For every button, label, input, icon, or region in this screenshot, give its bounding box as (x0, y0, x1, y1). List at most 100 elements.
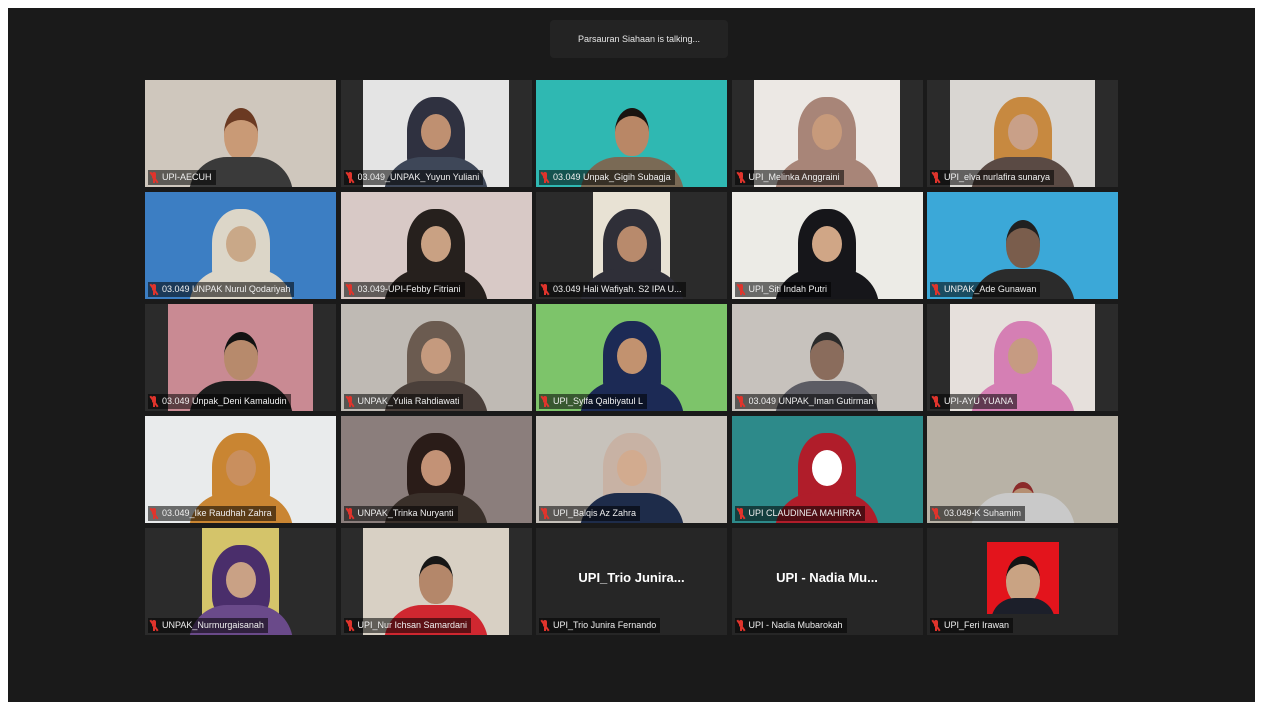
mic-slash (735, 283, 746, 296)
muted-mic-icon (149, 619, 159, 632)
participant-tile[interactable]: UPI_Balqis Az Zahra (536, 416, 727, 523)
mic-slash (344, 171, 355, 184)
participant-name: UNPAK_Nurmurgaisanah (162, 620, 264, 630)
participant-name: UPI_elva nurlafira sunarya (944, 172, 1051, 182)
participant-display-name: UPI - Nadia Mu... (776, 570, 878, 585)
participant-tile[interactable]: UNPAK_Ade Gunawan (927, 192, 1118, 299)
mic-slash (735, 395, 746, 408)
participant-name: UPI_Sylfa Qalbiyatul L (553, 396, 644, 406)
mic-slash (344, 507, 355, 520)
mic-slash (149, 171, 159, 184)
participant-tile[interactable]: UNPAK_Trinka Nuryanti (340, 416, 532, 523)
participant-head (223, 107, 258, 160)
participant-name-label: 03.049-K Suhamim (930, 506, 1026, 521)
participant-name-label: 03.049 UNPAK Nurul Qodariyah (148, 282, 295, 297)
participant-face (421, 114, 451, 151)
muted-mic-icon (149, 507, 159, 520)
participant-tile[interactable]: 03.049 Hali Wafiyah. S2 IPA U... (536, 192, 727, 299)
participant-tile[interactable]: 03.049_Ike Raudhah Zahra (145, 416, 336, 523)
muted-mic-icon (540, 283, 550, 296)
participant-face (812, 114, 842, 151)
muted-mic-icon (931, 171, 941, 184)
mic-slash (540, 171, 550, 184)
participant-tile[interactable]: 03.049 UNPAK Nurul Qodariyah (145, 192, 336, 299)
participant-tile[interactable]: 03.049 Unpak_Gigih Subagja (536, 80, 727, 187)
mic-slash (931, 507, 941, 520)
participant-tile[interactable]: UPI - Nadia Mu... UPI - Nadia Mubarokah (731, 528, 923, 635)
participant-tile[interactable]: UNPAK_Yulia Rahdiawati (340, 304, 532, 411)
participant-tile[interactable]: 03.049-K Suhamim (927, 416, 1118, 523)
participant-name-label: 03.049 Unpak_Deni Kamaludin (148, 394, 291, 409)
mic-slash (931, 283, 941, 296)
participant-name-label: UPI_Feri Irawan (930, 618, 1014, 633)
muted-mic-icon (344, 171, 355, 184)
participant-tile[interactable]: UPI-AECUH (145, 80, 336, 187)
mic-slash (540, 619, 550, 632)
participant-tile[interactable]: UPI_Nur Ichsan Samardani (340, 528, 532, 635)
muted-mic-icon (540, 171, 550, 184)
participant-tile[interactable]: UPI_elva nurlafira sunarya (927, 80, 1118, 187)
meeting-window: Parsauran Siahaan is talking... UPI-AECU… (8, 8, 1255, 702)
participant-tile[interactable]: 03.049_UNPAK_Yuyun Yuliani (340, 80, 532, 187)
participant-name-label: 03.049 Hali Wafiyah. S2 IPA U... (539, 282, 686, 297)
participant-face (616, 226, 647, 263)
mic-slash (344, 395, 355, 408)
gallery-grid: UPI-AECUH 03.049_UNPAK_Yuyun Yuliani 03.04… (145, 80, 1118, 635)
muted-mic-icon (735, 395, 746, 408)
active-speaker-text: Parsauran Siahaan is talking... (577, 34, 701, 44)
participant-name: 03.049 Unpak_Deni Kamaludin (162, 396, 287, 406)
participant-name-label: UPI CLAUDINEA MAHIRRA (734, 506, 866, 521)
participant-tile[interactable]: UPI_Melinka Anggraini (731, 80, 923, 187)
participant-tile[interactable]: 03.049-UPI-Febby Fitriani (340, 192, 532, 299)
mic-slash (149, 619, 159, 632)
muted-mic-icon (735, 507, 746, 520)
participant-name: UPI_Balqis Az Zahra (553, 508, 637, 518)
participant-tile[interactable]: UPI_Feri Irawan (927, 528, 1118, 635)
muted-mic-icon (344, 395, 355, 408)
participant-name: UPI CLAUDINEA MAHIRRA (748, 508, 862, 518)
mic-slash (540, 395, 550, 408)
participant-tile[interactable]: 03.049 UNPAK_Iman Gutirman (731, 304, 923, 411)
muted-mic-icon (344, 507, 355, 520)
participant-name-label: UPI_Trio Junira Fernando (539, 618, 661, 633)
participant-name: 03.049_Ike Raudhah Zahra (162, 508, 272, 518)
participant-name-label: 03.049_UNPAK_Yuyun Yuliani (343, 170, 484, 185)
participant-tile[interactable]: UPI_Trio Junira... UPI_Trio Junira Fernan… (536, 528, 727, 635)
participant-name-label: UPI-AYU YUANA (930, 394, 1018, 409)
participant-name-label: UPI_Nur Ichsan Samardani (343, 618, 472, 633)
mic-slash (931, 171, 941, 184)
participant-name-label: UPI_elva nurlafira sunarya (930, 170, 1055, 185)
muted-mic-icon (735, 171, 746, 184)
participant-name: UPI_Nur Ichsan Samardani (357, 620, 468, 630)
participant-name-label: UPI_Sylfa Qalbiyatul L (539, 394, 648, 409)
participant-tile[interactable]: UNPAK_Nurmurgaisanah (145, 528, 336, 635)
muted-mic-icon (540, 619, 550, 632)
participant-tile[interactable]: UPI_Siti Indah Putri (731, 192, 923, 299)
participant-tile[interactable]: 03.049 Unpak_Deni Kamaludin (145, 304, 336, 411)
participant-display-name: UPI_Trio Junira... (578, 570, 685, 585)
participant-head (614, 107, 649, 156)
mic-slash (540, 283, 550, 296)
participant-name: UPI_Melinka Anggraini (748, 172, 840, 182)
participant-name-label: UPI_Siti Indah Putri (734, 282, 832, 297)
muted-mic-icon (149, 171, 159, 184)
participant-name: UPI_Siti Indah Putri (748, 284, 828, 294)
participant-name: 03.049-K Suhamim (944, 508, 1022, 518)
participant-tile[interactable]: UPI-AYU YUANA (927, 304, 1118, 411)
participant-face (1007, 338, 1038, 375)
mic-slash (149, 507, 159, 520)
participant-face (1007, 114, 1038, 151)
participant-name-label: 03.049-UPI-Febby Fitriani (343, 282, 465, 297)
participant-face (421, 450, 451, 487)
muted-mic-icon (931, 395, 941, 408)
participant-name-label: UPI-AECUH (148, 170, 216, 185)
participant-tile[interactable]: UPI_Sylfa Qalbiyatul L (536, 304, 727, 411)
participant-face (421, 226, 451, 263)
participant-tile[interactable]: UPI CLAUDINEA MAHIRRA (731, 416, 923, 523)
participant-body (990, 598, 1055, 614)
participant-name: 03.049_UNPAK_Yuyun Yuliani (357, 172, 480, 182)
participant-head (223, 331, 258, 380)
active-speaker-indicator: Parsauran Siahaan is talking... (550, 20, 728, 58)
mic-slash (931, 619, 941, 632)
participant-face (812, 226, 842, 263)
